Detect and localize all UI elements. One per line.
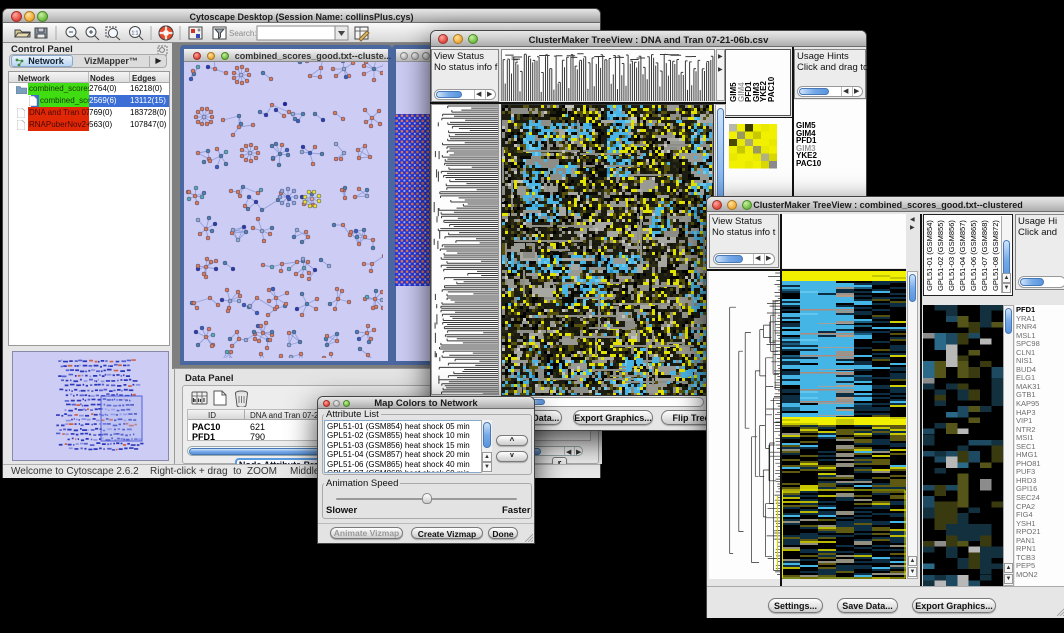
svg-text:1:1: 1:1	[132, 31, 139, 37]
svg-text:Search:: Search:	[229, 29, 257, 38]
